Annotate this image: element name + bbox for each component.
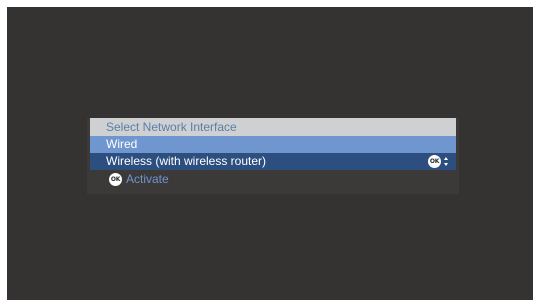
- tv-screen: Select Network Interface Wired Wireless …: [7, 7, 533, 300]
- hint-bar: OK Activate: [90, 170, 456, 188]
- ok-button-icon: OK: [109, 173, 122, 186]
- arrow-up-icon: [444, 157, 448, 160]
- menu-item-label: Wired: [106, 137, 138, 151]
- menu-item-wired[interactable]: Wired: [90, 136, 456, 153]
- menu-item-wireless[interactable]: Wireless (with wireless router) OK: [90, 153, 456, 170]
- up-down-arrows-icon: [444, 155, 450, 168]
- ok-button-icon: OK: [428, 155, 441, 168]
- menu-item-label: Wireless (with wireless router): [106, 154, 267, 168]
- arrow-down-icon: [444, 163, 448, 166]
- activate-hint: Activate: [126, 172, 169, 186]
- dialog-title: Select Network Interface: [90, 118, 456, 136]
- network-interface-dialog: Select Network Interface Wired Wireless …: [87, 118, 459, 194]
